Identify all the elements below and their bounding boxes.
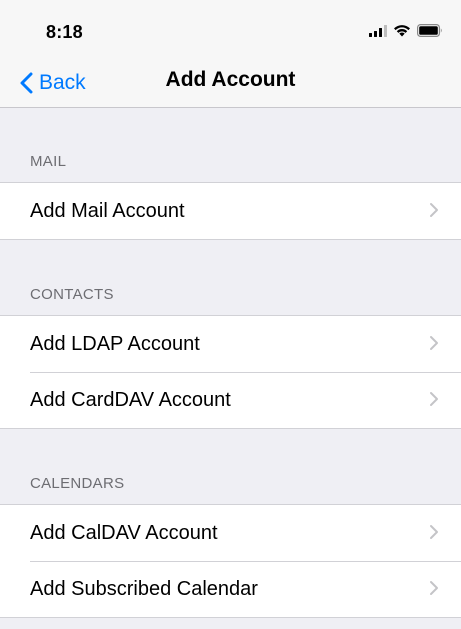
section-group-contacts: Add LDAP Account Add CardDAV Account bbox=[0, 315, 461, 429]
add-caldav-account-row[interactable]: Add CalDAV Account bbox=[0, 505, 461, 561]
section-group-mail: Add Mail Account bbox=[0, 182, 461, 240]
chevron-right-icon bbox=[430, 525, 438, 539]
add-ldap-account-row[interactable]: Add LDAP Account bbox=[0, 316, 461, 372]
row-label: Add CardDAV Account bbox=[30, 388, 231, 411]
chevron-right-icon bbox=[430, 203, 438, 217]
row-label: Add Mail Account bbox=[30, 199, 185, 222]
section-group-calendars: Add CalDAV Account Add Subscribed Calend… bbox=[0, 504, 461, 618]
signal-icon bbox=[369, 24, 387, 37]
page-title: Add Account bbox=[165, 68, 296, 91]
row-label: Add CalDAV Account bbox=[30, 521, 218, 544]
add-subscribed-calendar-row[interactable]: Add Subscribed Calendar bbox=[0, 561, 461, 617]
status-bar: 8:18 bbox=[0, 0, 461, 62]
row-label: Add LDAP Account bbox=[30, 332, 200, 355]
section-header-calendars: CALENDARS bbox=[30, 475, 125, 492]
status-icons bbox=[369, 24, 443, 37]
battery-icon bbox=[417, 24, 442, 37]
status-time: 8:18 bbox=[46, 22, 83, 42]
chevron-right-icon bbox=[430, 392, 438, 406]
add-carddav-account-row[interactable]: Add CardDAV Account bbox=[0, 372, 461, 428]
row-label: Add Subscribed Calendar bbox=[30, 577, 258, 600]
section-header-mail: MAIL bbox=[30, 153, 67, 170]
wifi-icon bbox=[394, 25, 410, 37]
chevron-right-icon bbox=[430, 581, 438, 595]
add-mail-account-row[interactable]: Add Mail Account bbox=[0, 183, 461, 239]
section-header-contacts: CONTACTS bbox=[30, 286, 114, 303]
chevron-right-icon bbox=[430, 336, 438, 350]
